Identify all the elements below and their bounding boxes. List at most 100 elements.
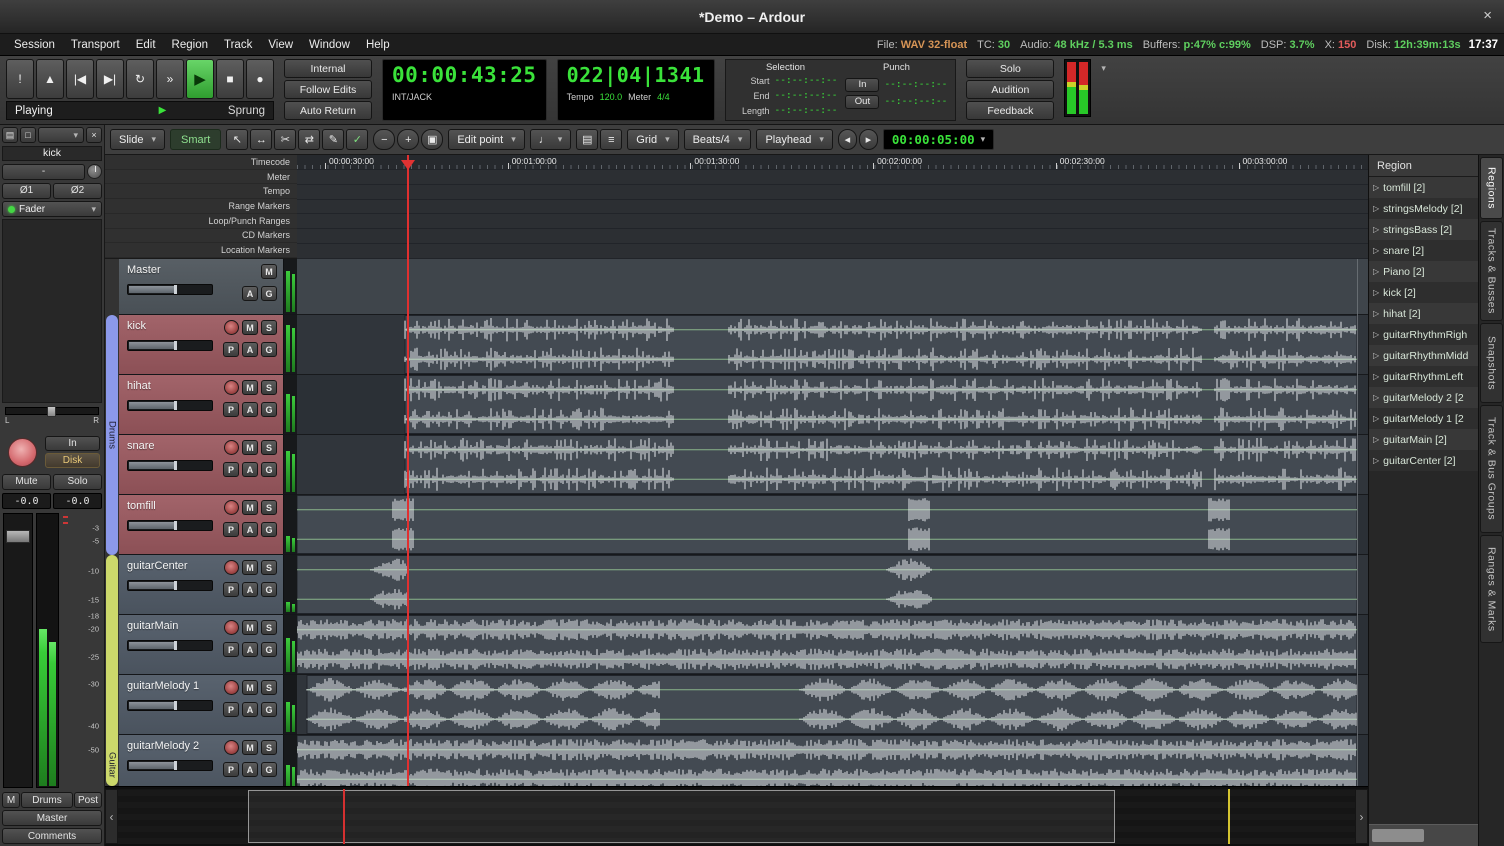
- expand-icon[interactable]: ▷: [1373, 246, 1379, 255]
- solo-button[interactable]: S: [261, 740, 277, 755]
- expand-icon[interactable]: ▷: [1373, 225, 1379, 234]
- gain-fader-handle[interactable]: [6, 530, 30, 543]
- mute-button[interactable]: M: [242, 380, 258, 395]
- region-item-stringsmelody-2[interactable]: ▷stringsMelody [2]: [1369, 198, 1478, 219]
- track-lane-snare[interactable]: [297, 435, 1368, 495]
- layer-mode-button[interactable]: ≡: [600, 129, 622, 150]
- playlist-button[interactable]: P: [223, 462, 239, 477]
- bbt-clock[interactable]: 022|04|1341: [567, 63, 705, 87]
- solo-button[interactable]: S: [261, 500, 277, 515]
- strip-record-button[interactable]: [8, 438, 37, 467]
- zoom-out-button[interactable]: −: [373, 129, 395, 150]
- solo-button[interactable]: S: [261, 320, 277, 335]
- primary-clock[interactable]: 00:00:43:25: [392, 63, 537, 87]
- track-lane-master[interactable]: [297, 259, 1368, 315]
- playlist-button[interactable]: P: [223, 642, 239, 657]
- range-tool[interactable]: ↔: [250, 129, 272, 150]
- metronome-button[interactable]: ▲: [36, 59, 64, 99]
- solo-button[interactable]: S: [261, 440, 277, 455]
- playlist-button[interactable]: P: [223, 522, 239, 537]
- balance-handle[interactable]: [47, 406, 56, 417]
- punch-in-button[interactable]: In: [845, 78, 879, 92]
- record-enable-button[interactable]: [224, 620, 239, 635]
- solo-button[interactable]: S: [261, 560, 277, 575]
- record-button[interactable]: ●: [246, 59, 274, 99]
- track-gain-fader[interactable]: [127, 520, 213, 531]
- record-enable-button[interactable]: [224, 500, 239, 515]
- snap-mode-select[interactable]: Grid▾: [627, 129, 678, 150]
- automation-button[interactable]: A: [242, 642, 258, 657]
- mixer-tab-drums[interactable]: Drums: [21, 792, 73, 808]
- expand-icon[interactable]: ▷: [1373, 204, 1379, 213]
- track-gain-fader[interactable]: [127, 640, 213, 651]
- group-tab-drums[interactable]: Drums: [106, 315, 118, 555]
- playlist-button[interactable]: P: [223, 402, 239, 417]
- balance-control[interactable]: L R: [2, 405, 102, 431]
- track-gain-fader[interactable]: [127, 460, 213, 471]
- automation-button[interactable]: A: [242, 402, 258, 417]
- track-header-guitarmelody-1[interactable]: guitarMelody 1MSPAG: [119, 675, 297, 735]
- master-automation-button[interactable]: A: [242, 286, 258, 301]
- group-button[interactable]: G: [261, 342, 277, 357]
- monitor-audition-button[interactable]: Audition: [966, 80, 1054, 99]
- ruler-label-loop-punch-ranges[interactable]: Loop/Punch Ranges: [105, 214, 297, 229]
- play-button[interactable]: ▶: [186, 59, 214, 99]
- goto-end-button[interactable]: ▶|: [96, 59, 124, 99]
- scrollbar-thumb[interactable]: [1372, 829, 1424, 842]
- expand-icon[interactable]: ▷: [1373, 456, 1379, 465]
- midi-panic-button[interactable]: !: [6, 59, 34, 99]
- track-header-snare[interactable]: snareMSPAG: [119, 435, 297, 495]
- track-lane-hihat[interactable]: [297, 375, 1368, 435]
- menu-help[interactable]: Help: [358, 39, 398, 51]
- group-button[interactable]: G: [261, 522, 277, 537]
- loop-button[interactable]: ↻: [126, 59, 154, 99]
- processor-box[interactable]: [2, 219, 102, 403]
- track-gain-fader[interactable]: [127, 340, 213, 351]
- region-item-guitarcenter-2[interactable]: ▷guitarCenter [2]: [1369, 450, 1478, 471]
- automation-button[interactable]: A: [242, 582, 258, 597]
- mixer-tab-post[interactable]: Post: [74, 792, 102, 808]
- monitor-feedback-button[interactable]: Feedback: [966, 101, 1054, 120]
- mute-button[interactable]: M: [242, 620, 258, 635]
- ruler-label-meter[interactable]: Meter: [105, 170, 297, 185]
- expand-icon[interactable]: ▷: [1373, 267, 1379, 276]
- strip-close-button[interactable]: ×: [86, 127, 102, 143]
- gain-fader[interactable]: [3, 513, 33, 788]
- stretch-tool[interactable]: ⇄: [298, 129, 320, 150]
- expand-icon[interactable]: ▷: [1373, 393, 1379, 402]
- expand-icon[interactable]: ▷: [1373, 372, 1379, 381]
- ruler-label-tempo[interactable]: Tempo: [105, 184, 297, 199]
- menu-region[interactable]: Region: [164, 39, 216, 51]
- disk-monitor-button[interactable]: Disk: [45, 453, 100, 468]
- playhead[interactable]: [407, 155, 409, 786]
- region-item-kick-2[interactable]: ▷kick [2]: [1369, 282, 1478, 303]
- group-button[interactable]: G: [261, 702, 277, 717]
- ruler-row-range-markers[interactable]: [297, 200, 1368, 215]
- option-internal-button[interactable]: Internal: [284, 59, 372, 78]
- gain-display[interactable]: -0.0: [2, 493, 51, 509]
- expand-icon[interactable]: ▷: [1373, 288, 1379, 297]
- ruler-row-meter[interactable]: [297, 170, 1368, 185]
- zoom-in-button[interactable]: +: [397, 129, 419, 150]
- mute-button[interactable]: M: [242, 500, 258, 515]
- meter-menu-caret[interactable]: ▾: [1101, 63, 1106, 74]
- ruler-rows[interactable]: 00:00:30:0000:01:00:0000:01:30:0000:02:0…: [297, 155, 1368, 259]
- master-mute-button[interactable]: M: [261, 264, 277, 279]
- region-item-guitarrhythmmidd[interactable]: ▷guitarRhythmMidd: [1369, 345, 1478, 366]
- playlist-button[interactable]: P: [223, 762, 239, 777]
- solo-button[interactable]: S: [261, 380, 277, 395]
- track-lane-guitarmelody-2[interactable]: [297, 735, 1368, 786]
- phase-button-2[interactable]: Ø2: [53, 183, 102, 199]
- track-gain-fader[interactable]: [127, 760, 213, 771]
- side-tab-snapshots[interactable]: Snapshots: [1480, 323, 1503, 403]
- track-header-kick[interactable]: kickMSPAG: [119, 315, 297, 375]
- trim-button[interactable]: -: [2, 164, 85, 180]
- region-item-guitarmain-2[interactable]: ▷guitarMain [2]: [1369, 429, 1478, 450]
- strip-meter-button[interactable]: □: [20, 127, 36, 143]
- menu-transport[interactable]: Transport: [63, 39, 128, 51]
- internal-edit-tool[interactable]: ✓: [346, 129, 368, 150]
- region-item-tomfill-2[interactable]: ▷tomfill [2]: [1369, 177, 1478, 198]
- goto-start-button[interactable]: |◀: [66, 59, 94, 99]
- record-enable-button[interactable]: [224, 440, 239, 455]
- region-item-stringsbass-2[interactable]: ▷stringsBass [2]: [1369, 219, 1478, 240]
